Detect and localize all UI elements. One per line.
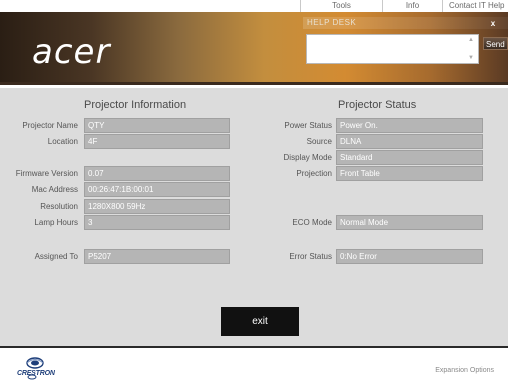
help-desk-title-bar: HELP DESK x [303,17,508,29]
header-divider [0,82,508,85]
projector-status-heading: Projector Status [338,99,417,111]
mac-address-field: 00:26:47:1B:00:01 [84,182,230,197]
tab-contact-it-help[interactable]: Contact IT Help [442,0,508,12]
help-desk-message-input[interactable] [306,34,479,64]
help-desk-close-button[interactable]: x [482,19,504,29]
display-mode-label: Display Mode [283,153,332,162]
resolution-label: Resolution [40,202,78,211]
expansion-options-link[interactable]: Expansion Options [435,367,494,374]
footer-divider [0,346,508,348]
projection-label: Projection [296,169,332,178]
source-field: DLNA [336,134,483,149]
projection-field: Front Table [336,166,483,181]
power-status-field: Power On. [336,118,483,133]
acer-logo: acer [32,32,111,72]
source-label: Source [306,137,332,146]
help-desk-send-button[interactable]: Send [483,37,508,50]
scroll-down-icon[interactable]: ▼ [468,55,505,67]
eco-mode-field: Normal Mode [336,215,483,230]
projector-name-label: Projector Name [22,121,78,130]
lamp-hours-label: Lamp Hours [34,218,78,227]
crestron-wordmark: CRESTRON [17,370,55,377]
assigned-to-label: Assigned To [34,252,78,261]
resolution-field: 1280X800 59Hz [84,199,230,214]
tab-info[interactable]: Info [382,0,442,12]
help-desk-panel: HELP DESK x ▲ ▼ Send [303,17,508,69]
error-status-label: Error Status [289,252,332,261]
power-status-label: Power Status [284,121,332,130]
firmware-version-label: Firmware Version [15,169,78,178]
projector-information-heading: Projector Information [84,99,187,111]
top-tab-bar: Tools Info Contact IT Help [0,0,508,12]
mac-address-label: Mac Address [31,185,78,194]
help-desk-title: HELP DESK [307,18,357,27]
display-mode-field: Standard [336,150,483,165]
exit-button[interactable]: exit [221,307,299,336]
eco-mode-label: ECO Mode [292,218,332,227]
error-status-field: 0:No Error [336,249,483,264]
location-label: Location [47,137,78,146]
tab-tools[interactable]: Tools [300,0,382,12]
